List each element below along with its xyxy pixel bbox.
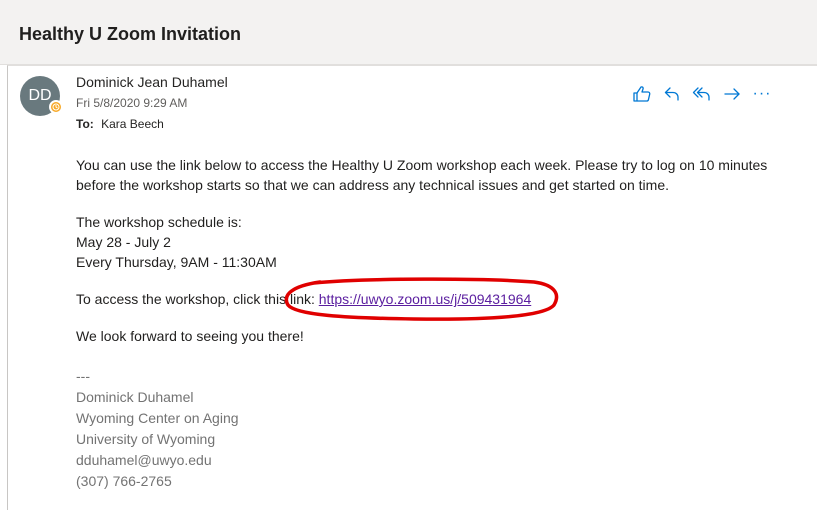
like-icon — [633, 86, 651, 102]
closing-line: We look forward to seeing you there! — [76, 328, 304, 344]
more-icon: ··· — [752, 85, 772, 102]
signature-phone: (307) 766-2765 — [76, 473, 172, 489]
recipient-name[interactable]: Kara Beech — [101, 117, 164, 131]
access-line: To access the workshop, click this link:… — [76, 289, 531, 309]
email-reading-view: Healthy U Zoom Invitation DD Dominick Je… — [0, 0, 817, 510]
email-subject: Healthy U Zoom Invitation — [19, 24, 242, 44]
signature-org: Wyoming Center on Aging — [76, 410, 239, 426]
reply-all-button[interactable] — [687, 82, 717, 106]
reply-icon — [664, 87, 679, 101]
signature-email[interactable]: dduhamel@uwyo.edu — [76, 450, 212, 470]
reply-button[interactable] — [657, 82, 687, 106]
signature-name: Dominick Duhamel — [76, 389, 194, 405]
presence-away-icon — [49, 100, 63, 114]
forward-icon — [724, 88, 740, 100]
signature-university: University of Wyoming — [76, 431, 216, 447]
subject-bar: Healthy U Zoom Invitation — [0, 0, 817, 65]
to-label: To: — [76, 117, 94, 131]
body-paragraph-line: You can use the link below to access the… — [76, 157, 768, 173]
more-actions-button[interactable]: ··· — [747, 82, 777, 106]
signature-separator: --- — [76, 368, 90, 384]
reply-all-icon — [692, 87, 710, 101]
schedule-heading: The workshop schedule is: — [76, 214, 242, 230]
sent-date: Fri 5/8/2020 9:29 AM — [76, 96, 188, 110]
like-button[interactable] — [627, 82, 657, 106]
schedule-dates: May 28 - July 2 — [76, 234, 171, 250]
avatar-initials: DD — [28, 87, 52, 104]
body-paragraph-line: before the workshop starts so that we ca… — [76, 177, 669, 193]
message-actions: ··· — [627, 82, 777, 106]
sender-name[interactable]: Dominick Jean Duhamel — [76, 74, 228, 90]
recipient-line: To: Kara Beech — [76, 117, 164, 131]
forward-button[interactable] — [717, 82, 747, 106]
schedule-time: Every Thursday, 9AM - 11:30AM — [76, 254, 277, 270]
access-prefix: To access the workshop, click this link: — [76, 291, 319, 307]
zoom-link[interactable]: https://uwyo.zoom.us/j/509431964 — [319, 291, 531, 307]
